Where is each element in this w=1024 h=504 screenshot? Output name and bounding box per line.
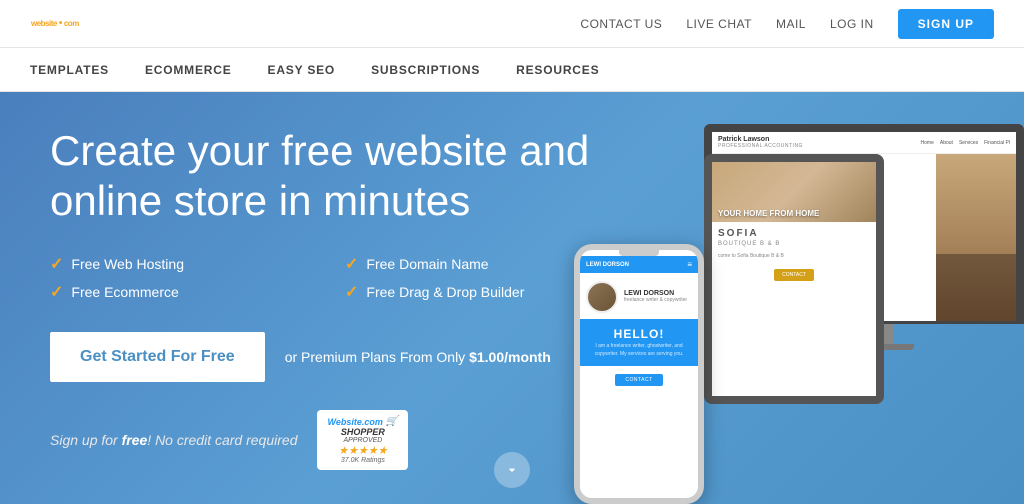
phone-person-desc: freelance writer & copywriter [624, 297, 687, 304]
monitor-nav: Home About Services Financial Pl [921, 140, 1010, 146]
monitor-nav-about: About [940, 140, 953, 146]
monitor-site-subtitle: PROFESSIONAL ACCOUNTING [718, 143, 803, 149]
nav-easy-seo[interactable]: EASY SEO [268, 63, 336, 77]
check-icon-1: ✓ [50, 254, 63, 274]
scroll-down-button[interactable] [494, 452, 530, 488]
check-icon-2: ✓ [345, 254, 358, 274]
tablet-content: YOUR HOME FROM HOME SOFIA BOUTIQUE B & B… [712, 162, 876, 396]
tablet-contact-btn[interactable]: CONTACT [774, 269, 814, 281]
get-started-button[interactable]: Get Started For Free [50, 332, 265, 382]
nav-login[interactable]: LOG IN [830, 17, 874, 31]
monitor-image [936, 154, 1016, 321]
badge-shopper: SHOPPER [341, 427, 385, 437]
monitor-img-overlay [936, 254, 1016, 321]
tablet-device: YOUR HOME FROM HOME SOFIA BOUTIQUE B & B… [704, 154, 884, 404]
tablet-body: come to Sofia Boutique B & B [712, 251, 876, 263]
chevron-down-icon [504, 462, 520, 478]
signup-note-text: Sign up for free! No credit card require… [50, 432, 297, 448]
logo-text: website [31, 19, 57, 28]
badge-approved: APPROVED [343, 437, 382, 444]
phone-menu-icon[interactable]: ≡ [687, 260, 692, 269]
logo[interactable]: website•com [30, 12, 80, 35]
top-bar: website•com CONTACT US LIVE CHAT MAIL LO… [0, 0, 1024, 48]
phone-contact-btn[interactable]: CONTACT [615, 374, 662, 386]
cta-row: Get Started For Free or Premium Plans Fr… [50, 332, 610, 382]
monitor-nav-home: Home [921, 140, 934, 146]
feature-label-2: Free Domain Name [366, 256, 488, 272]
hero-content: Create your free website and online stor… [50, 126, 610, 471]
feature-label-1: Free Web Hosting [71, 256, 184, 272]
monitor-nav-services: Services [959, 140, 978, 146]
nav-live-chat[interactable]: LIVE CHAT [686, 17, 752, 31]
monitor-site-name: Patrick Lawson [718, 136, 803, 143]
shopper-badge: Website.com 🛒 SHOPPER APPROVED ★★★★★ 37.… [317, 410, 408, 470]
tablet-title: SOFIA [712, 222, 876, 241]
monitor-header: Patrick Lawson PROFESSIONAL ACCOUNTING H… [712, 132, 1016, 154]
feature-item-3: ✓ Free Ecommerce [50, 282, 315, 302]
feature-item-2: ✓ Free Domain Name [345, 254, 610, 274]
feature-label-3: Free Ecommerce [71, 284, 178, 300]
nav-subscriptions[interactable]: SUBSCRIPTIONS [371, 63, 480, 77]
nav-ecommerce[interactable]: ECOMMERCE [145, 63, 232, 77]
feature-label-4: Free Drag & Drop Builder [366, 284, 524, 300]
features-grid: ✓ Free Web Hosting ✓ Free Domain Name ✓ … [50, 254, 610, 302]
nav-templates[interactable]: TEMPLATES [30, 63, 109, 77]
tablet-screen: YOUR HOME FROM HOME SOFIA BOUTIQUE B & B… [704, 154, 884, 404]
badge-cart-icon: 🛒 [386, 416, 398, 427]
tablet-contact-row: CONTACT [712, 263, 876, 287]
nav-contact-us[interactable]: CONTACT US [580, 17, 662, 31]
badge-title: Website.com [327, 417, 382, 427]
tablet-image: YOUR HOME FROM HOME [712, 162, 876, 222]
check-icon-3: ✓ [50, 282, 63, 302]
signup-button[interactable]: SIGN UP [898, 9, 994, 39]
check-icon-4: ✓ [345, 282, 358, 302]
monitor-nav-financial: Financial Pl [984, 140, 1010, 146]
top-nav: CONTACT US LIVE CHAT MAIL LOG IN SIGN UP [580, 9, 994, 39]
tablet-img-text: YOUR HOME FROM HOME [718, 209, 819, 218]
tablet-subtitle: BOUTIQUE B & B [712, 241, 876, 251]
feature-item-1: ✓ Free Web Hosting [50, 254, 315, 274]
main-nav: TEMPLATES ECOMMERCE EASY SEO SUBSCRIPTIO… [0, 48, 1024, 92]
logo-suffix: com [64, 19, 79, 28]
hero-headline: Create your free website and online stor… [50, 126, 610, 227]
hero-section: Create your free website and online stor… [0, 92, 1024, 504]
badge-ratings: 37.0K Ratings [341, 457, 385, 464]
cta-suffix-text: or Premium Plans From Only $1.00/month [285, 349, 551, 365]
logo-dot: • [59, 18, 62, 29]
nav-mail[interactable]: MAIL [776, 17, 806, 31]
phone-person-name-body: LEWI DORSON [624, 290, 687, 297]
cta-price: $1.00/month [469, 349, 551, 365]
nav-resources[interactable]: RESOURCES [516, 63, 599, 77]
feature-item-4: ✓ Free Drag & Drop Builder [345, 282, 610, 302]
badge-stars: ★★★★★ [338, 444, 387, 457]
